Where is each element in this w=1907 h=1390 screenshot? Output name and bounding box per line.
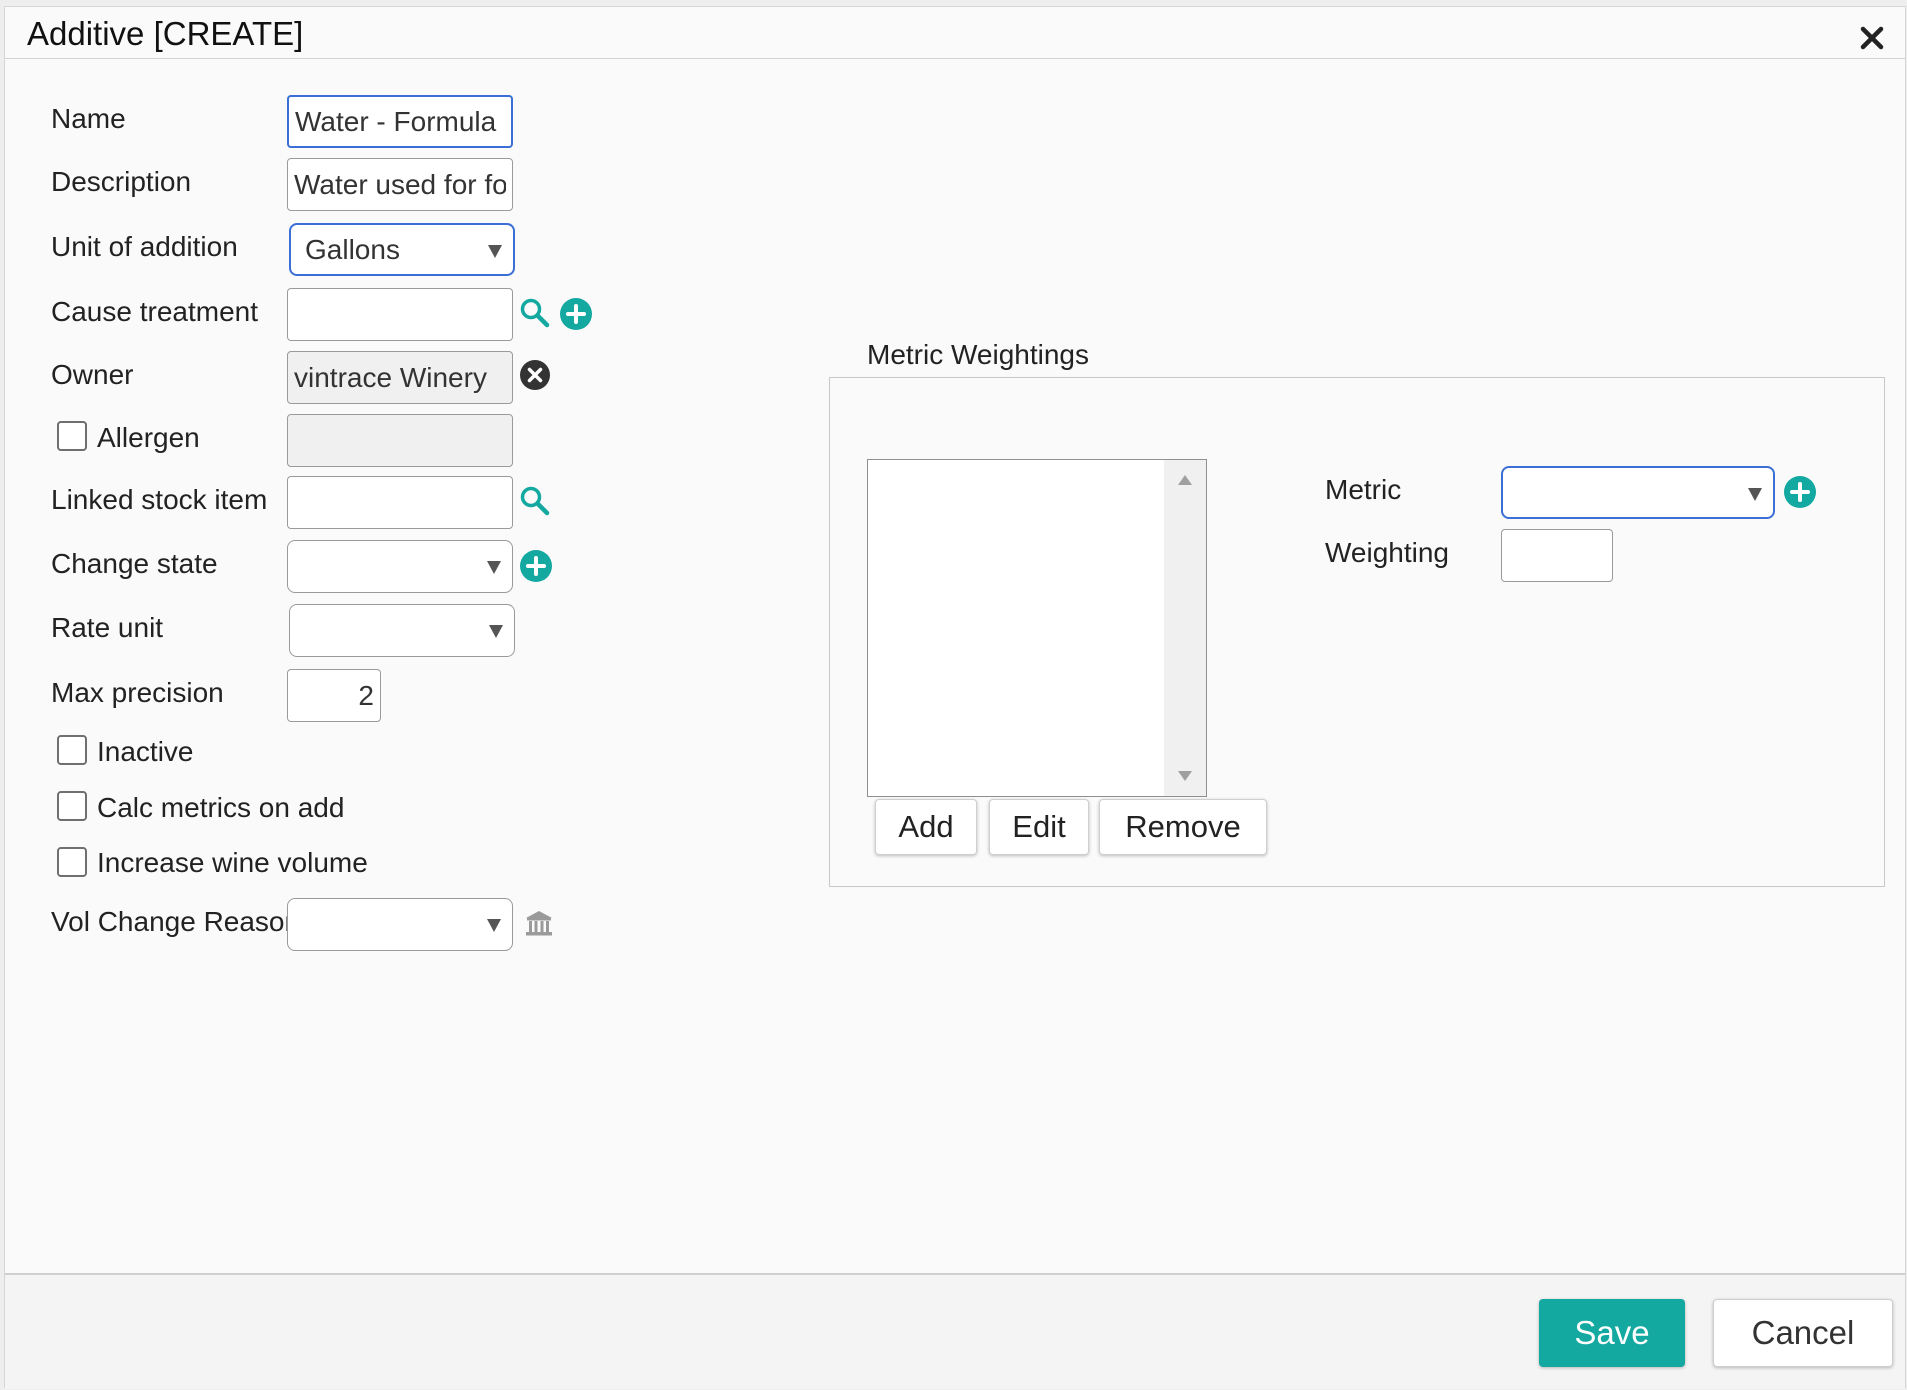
metric-label: Metric bbox=[1325, 474, 1402, 505]
scroll-down-icon[interactable] bbox=[1177, 770, 1193, 782]
metric-weightings-title: Metric Weightings bbox=[867, 339, 1090, 370]
edit-button[interactable]: Edit bbox=[989, 799, 1089, 855]
inactive-checkbox[interactable] bbox=[57, 735, 87, 765]
additive-create-dialog: Additive [CREATE] Name Description Unit … bbox=[4, 6, 1906, 1389]
cause-treatment-label: Cause treatment bbox=[51, 296, 258, 327]
add-circle-icon[interactable] bbox=[519, 549, 553, 583]
cause-treatment-input[interactable] bbox=[287, 288, 513, 341]
name-input[interactable] bbox=[287, 95, 513, 148]
unit-of-addition-select[interactable]: Gallons bbox=[289, 223, 515, 276]
weighting-input[interactable] bbox=[1501, 529, 1613, 582]
close-icon[interactable] bbox=[1855, 21, 1889, 55]
inactive-label: Inactive bbox=[97, 736, 194, 767]
owner-label: Owner bbox=[51, 359, 134, 390]
dialog-titlebar: Additive [CREATE] bbox=[5, 7, 1905, 59]
chevron-down-icon bbox=[489, 625, 503, 638]
chevron-down-icon bbox=[487, 919, 501, 932]
change-state-select[interactable] bbox=[287, 540, 513, 593]
change-state-label: Change state bbox=[51, 548, 218, 579]
search-icon[interactable] bbox=[519, 485, 551, 517]
max-precision-input[interactable] bbox=[287, 669, 381, 722]
allergen-checkbox[interactable] bbox=[57, 421, 87, 451]
remove-button[interactable]: Remove bbox=[1099, 799, 1267, 855]
linked-stock-item-input[interactable] bbox=[287, 476, 513, 529]
scroll-up-icon[interactable] bbox=[1177, 474, 1193, 486]
add-button[interactable]: Add bbox=[875, 799, 977, 855]
metric-weightings-list[interactable] bbox=[867, 459, 1207, 797]
save-button[interactable]: Save bbox=[1539, 1299, 1685, 1367]
name-label: Name bbox=[51, 103, 126, 134]
unit-of-addition-label: Unit of addition bbox=[51, 231, 238, 262]
description-label: Description bbox=[51, 166, 192, 197]
weighting-label: Weighting bbox=[1325, 537, 1450, 568]
rate-unit-select[interactable] bbox=[289, 604, 515, 657]
dialog-title: Additive [CREATE] bbox=[27, 15, 304, 52]
scrollbar[interactable] bbox=[1164, 460, 1206, 796]
rate-unit-label: Rate unit bbox=[51, 612, 164, 643]
chevron-down-icon bbox=[488, 245, 502, 258]
cancel-button[interactable]: Cancel bbox=[1713, 1299, 1893, 1367]
chevron-down-icon bbox=[487, 561, 501, 574]
increase-wine-volume-checkbox[interactable] bbox=[57, 847, 87, 877]
vol-change-reason-select[interactable] bbox=[287, 898, 513, 951]
chevron-down-icon bbox=[1748, 488, 1762, 501]
calc-metrics-on-add-label: Calc metrics on add bbox=[97, 792, 345, 823]
vol-change-reason-label: Vol Change Reason bbox=[51, 906, 301, 937]
increase-wine-volume-label: Increase wine volume bbox=[97, 847, 368, 878]
description-input[interactable] bbox=[287, 158, 513, 211]
dialog-footer: Save Cancel bbox=[5, 1273, 1905, 1389]
add-circle-icon[interactable] bbox=[559, 297, 593, 331]
metric-select[interactable] bbox=[1501, 466, 1775, 519]
allergen-label: Allergen bbox=[97, 422, 200, 453]
allergen-input bbox=[287, 414, 513, 467]
search-icon[interactable] bbox=[519, 297, 551, 329]
max-precision-label: Max precision bbox=[51, 677, 224, 708]
owner-input bbox=[287, 351, 513, 404]
bank-icon[interactable] bbox=[523, 907, 555, 939]
clear-icon[interactable] bbox=[519, 359, 551, 391]
linked-stock-item-label: Linked stock item bbox=[51, 484, 268, 515]
add-metric-icon[interactable] bbox=[1783, 475, 1817, 509]
unit-of-addition-value: Gallons bbox=[305, 234, 400, 265]
calc-metrics-on-add-checkbox[interactable] bbox=[57, 791, 87, 821]
